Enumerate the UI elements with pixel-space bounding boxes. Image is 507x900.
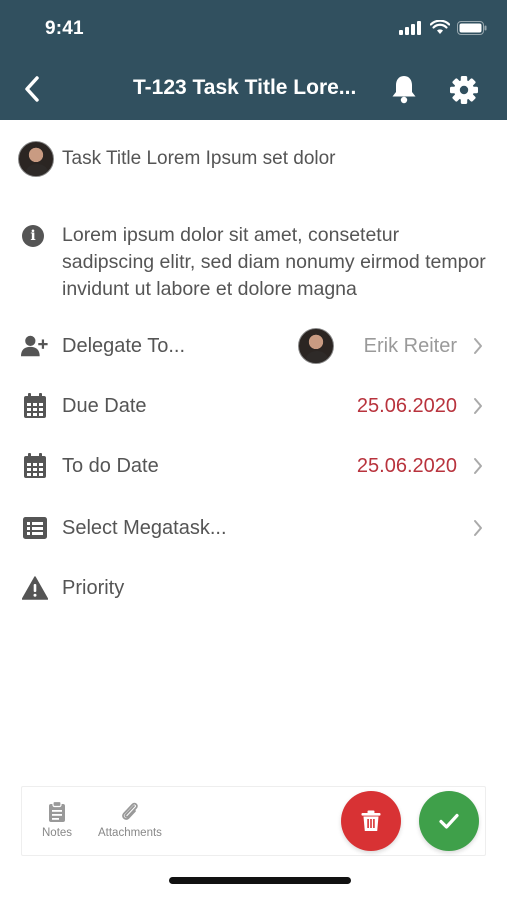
warning-icon — [21, 574, 49, 602]
delegate-value: Erik Reiter — [363, 334, 457, 357]
calendar-icon — [21, 392, 49, 420]
wifi-icon — [430, 20, 450, 34]
add-user-icon — [21, 332, 49, 360]
tab-attachments[interactable]: Attachments — [98, 801, 162, 839]
megatask-row[interactable]: Select Megatask... — [0, 504, 507, 552]
tab-attachments-label: Attachments — [98, 827, 162, 839]
gear-icon — [450, 76, 478, 104]
home-indicator[interactable] — [169, 877, 351, 884]
list-icon — [21, 514, 49, 542]
chevron-right-icon — [471, 518, 485, 538]
signal-icon — [399, 20, 421, 35]
notifications-button[interactable] — [388, 73, 420, 105]
clipboard-icon — [49, 801, 66, 822]
chevron-right-icon — [471, 336, 485, 356]
task-description-text: Lorem ipsum dolor sit amet, consetetur s… — [62, 224, 486, 300]
paperclip-icon — [122, 802, 138, 820]
priority-row[interactable]: Priority — [0, 564, 507, 612]
delegate-label: Delegate To... — [62, 334, 186, 357]
task-description: i Lorem ipsum dolor sit amet, consetetur… — [22, 222, 492, 303]
priority-label: Priority — [62, 576, 125, 599]
battery-icon — [457, 20, 487, 35]
confirm-button[interactable] — [419, 791, 479, 851]
page-title: T-123 Task Title Lore... — [133, 76, 357, 99]
bottom-toolbar: Notes Attachments — [21, 786, 486, 856]
due-date-row[interactable]: Due Date 25.06.2020 — [0, 382, 507, 430]
todo-date-label: To do Date — [62, 454, 159, 477]
app-header: 9:41 T-123 Task Title Lore... — [0, 0, 507, 120]
due-date-label: Due Date — [62, 394, 147, 417]
checkmark-icon — [439, 813, 459, 829]
task-header: Task Title Lorem Ipsum set dolor — [18, 140, 336, 178]
chevron-left-icon — [25, 76, 39, 102]
status-icons — [399, 20, 487, 35]
delete-button[interactable] — [341, 791, 401, 851]
task-title: Task Title Lorem Ipsum set dolor — [62, 148, 336, 169]
due-date-value: 25.06.2020 — [356, 394, 457, 417]
tab-notes-label: Notes — [42, 827, 73, 839]
tab-notes[interactable]: Notes — [42, 801, 72, 839]
chevron-right-icon — [471, 456, 485, 476]
delegate-avatar — [298, 328, 334, 364]
settings-button[interactable] — [447, 73, 481, 107]
todo-date-row[interactable]: To do Date 25.06.2020 — [0, 442, 507, 490]
info-icon: i — [22, 225, 44, 247]
avatar — [18, 141, 54, 177]
back-button[interactable] — [18, 74, 46, 104]
bell-icon — [392, 76, 416, 104]
calendar-icon — [21, 452, 49, 480]
todo-date-value: 25.06.2020 — [356, 454, 457, 477]
status-time: 9:41 — [45, 18, 84, 39]
delegate-row[interactable]: Delegate To... Erik Reiter — [0, 322, 507, 370]
chevron-right-icon — [471, 396, 485, 416]
trash-icon — [361, 810, 381, 831]
megatask-label: Select Megatask... — [62, 516, 227, 539]
